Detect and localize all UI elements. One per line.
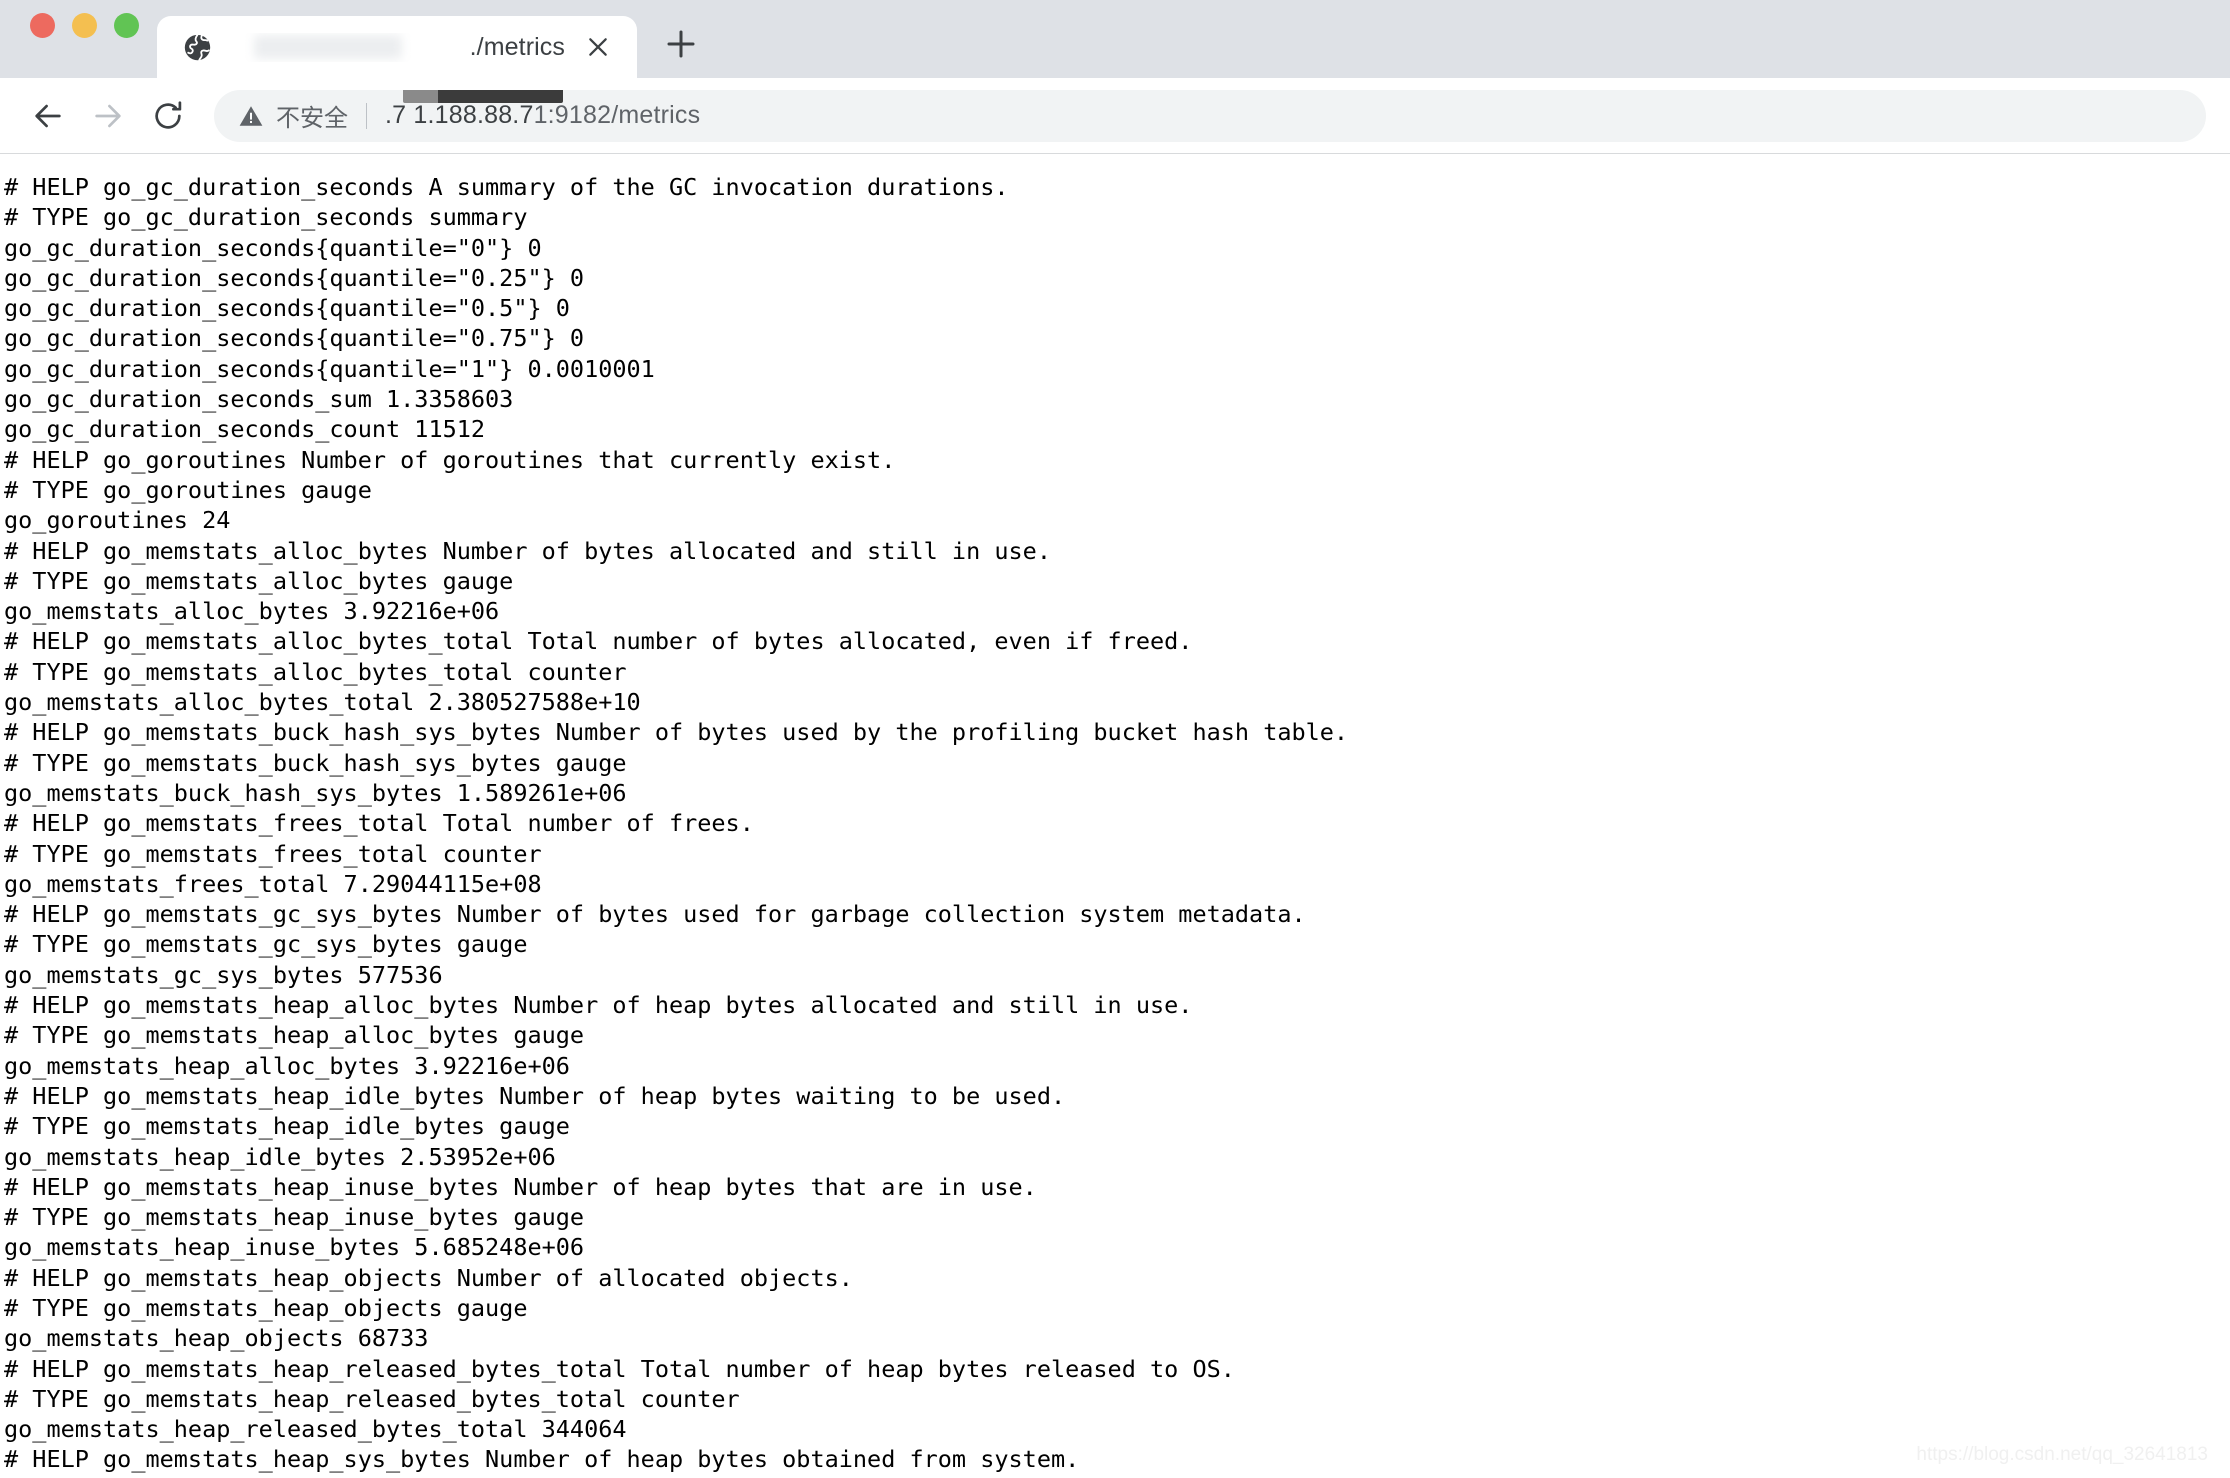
browser-toolbar: 不安全 .7 1.188.88.7 1:9182/metrics [0,78,2230,154]
warning-triangle-icon [238,103,264,129]
maximize-window-button[interactable] [114,12,139,38]
tab-title-area: ./metrics [212,33,581,62]
close-window-button[interactable] [30,12,55,38]
omnibox-divider [366,102,367,129]
minimize-window-button[interactable] [72,12,97,38]
url-text: .7 1.188.88.7 1:9182/metrics [385,89,701,130]
security-status-label: 不安全 [276,105,348,132]
back-button[interactable] [18,86,78,146]
window-controls [0,0,139,78]
redacted-tab-text [254,35,402,59]
url-host-redacted: .7 1.188.88.7 [385,89,563,130]
forward-button[interactable] [78,86,138,146]
globe-icon [183,33,212,62]
metrics-text: # HELP go_gc_duration_seconds A summary … [4,173,1349,1478]
address-bar[interactable]: 不安全 .7 1.188.88.7 1:9182/metrics [214,89,2206,142]
new-tab-button[interactable] [655,18,707,70]
watermark-text: https://blog.csdn.net/qq_32641813 [1916,1444,2208,1465]
browser-tab[interactable]: ./metrics [157,16,637,78]
close-tab-button[interactable] [581,30,615,64]
reload-button[interactable] [138,86,198,146]
redaction-bar [403,89,563,103]
page-content: # HELP go_gc_duration_seconds A summary … [0,154,2230,1478]
tab-title: ./metrics [469,32,565,61]
url-port-path: 1:9182/metrics [533,101,701,129]
browser-window: ./metrics 不安全 .7 1.188.88.7 1:9182/metri… [0,0,2230,1478]
tab-strip: ./metrics [0,0,2230,78]
